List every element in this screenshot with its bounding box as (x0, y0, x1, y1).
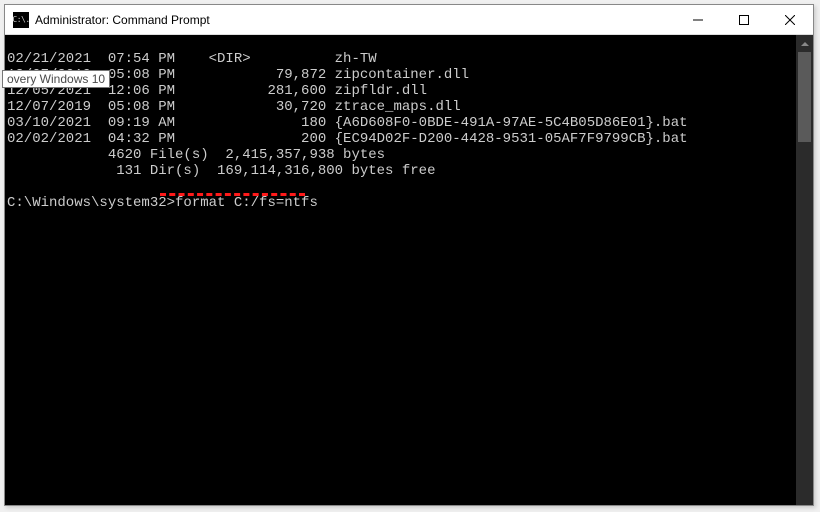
window-controls (675, 5, 813, 34)
terminal-output: 02/21/2021 07:54 PM <DIR> zh-TW 12/07/20… (5, 35, 796, 505)
output-line: 4620 File(s) 2,415,357,938 bytes (7, 147, 385, 163)
output-line: 02/21/2021 07:54 PM <DIR> zh-TW (7, 51, 377, 67)
maximize-button[interactable] (721, 5, 767, 34)
window-title: Administrator: Command Prompt (35, 13, 675, 27)
titlebar[interactable]: C:\. Administrator: Command Prompt (5, 5, 813, 35)
minimize-button[interactable] (675, 5, 721, 34)
highlight-underline (160, 193, 305, 196)
app-icon: C:\. (13, 12, 29, 28)
terminal-area[interactable]: 02/21/2021 07:54 PM <DIR> zh-TW 12/07/20… (5, 35, 813, 505)
command-prompt-window: C:\. Administrator: Command Prompt 02/21… (4, 4, 814, 506)
output-line: 12/07/2019 05:08 PM 30,720 ztrace_maps.d… (7, 99, 461, 115)
close-button[interactable] (767, 5, 813, 34)
scroll-up-arrow[interactable] (796, 35, 813, 52)
scroll-thumb[interactable] (798, 52, 811, 142)
output-line: 02/02/2021 04:32 PM 200 {EC94D02F-D200-4… (7, 131, 688, 147)
tooltip: overy Windows 10 (2, 70, 110, 88)
prompt-line: C:\Windows\system32>format C:/fs=ntfs (7, 195, 318, 211)
output-line: 131 Dir(s) 169,114,316,800 bytes free (7, 163, 435, 179)
output-line: 03/10/2021 09:19 AM 180 {A6D608F0-0BDE-4… (7, 115, 688, 131)
vertical-scrollbar[interactable] (796, 35, 813, 505)
